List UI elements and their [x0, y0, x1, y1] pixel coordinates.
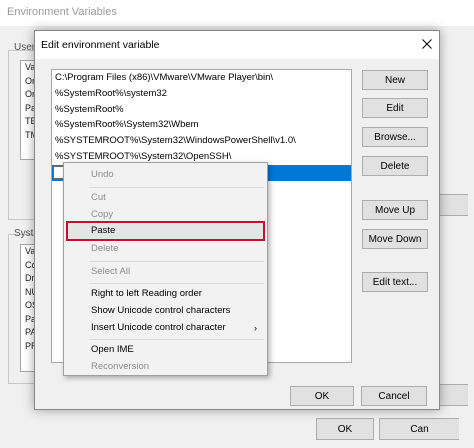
browse-button[interactable]: Browse... — [362, 127, 428, 147]
delete-button[interactable]: Delete — [362, 156, 428, 176]
ok-button[interactable]: OK — [290, 386, 354, 406]
list-item[interactable]: PA — [21, 326, 35, 340]
env-ok-button[interactable]: OK — [316, 418, 374, 440]
list-item[interactable]: TE — [21, 115, 35, 129]
user-variables-button[interactable] — [438, 194, 468, 216]
list-item[interactable]: Va — [21, 245, 35, 259]
list-item[interactable]: NU — [21, 286, 35, 300]
move-down-button[interactable]: Move Down — [362, 229, 428, 249]
user-variables-label: User — [14, 42, 36, 53]
list-item[interactable]: PR — [21, 340, 35, 354]
new-button[interactable]: New — [362, 70, 428, 90]
env-window-title: Environment Variables — [7, 6, 117, 18]
path-row[interactable]: %SystemRoot% — [52, 102, 351, 118]
list-item[interactable]: OS — [21, 299, 35, 313]
list-item[interactable]: On — [21, 75, 35, 89]
list-item[interactable]: Co — [21, 259, 35, 273]
list-item[interactable]: Dr — [21, 272, 35, 286]
menu-item-select-all[interactable]: Select All — [66, 262, 265, 282]
chevron-right-icon: › — [254, 323, 257, 333]
path-row[interactable]: %SYSTEMROOT%\System32\WindowsPowerShell\… — [52, 133, 351, 149]
edit-text-button[interactable]: Edit text... — [362, 272, 428, 292]
menu-item-paste[interactable]: Paste — [66, 221, 265, 241]
env-window-titlebar: Environment Variables — [0, 0, 474, 26]
cancel-button[interactable]: Cancel — [361, 386, 427, 406]
list-item[interactable]: On — [21, 88, 35, 102]
list-item[interactable]: Va — [21, 61, 35, 75]
dialog-titlebar: Edit environment variable — [35, 31, 439, 59]
path-row[interactable]: %SystemRoot%\System32\Wbem — [52, 117, 351, 133]
menu-item-delete[interactable]: Delete — [66, 239, 265, 259]
menu-item-undo[interactable]: Undo — [66, 165, 265, 185]
menu-item-insert-unicode[interactable]: Insert Unicode control character › — [66, 318, 265, 338]
move-up-button[interactable]: Move Up — [362, 200, 428, 220]
system-variables-button[interactable] — [438, 384, 468, 406]
menu-item-insert-unicode-label: Insert Unicode control character — [91, 322, 226, 333]
edit-button[interactable]: Edit — [362, 98, 428, 118]
close-icon[interactable] — [418, 35, 436, 53]
context-menu: Undo Cut Copy Paste Delete Select All Ri… — [63, 162, 268, 376]
list-item[interactable]: Pa — [21, 313, 35, 327]
env-cancel-button[interactable]: Can — [379, 418, 459, 440]
menu-item-reconversion[interactable]: Reconversion — [66, 357, 265, 377]
list-item[interactable]: Pa — [21, 102, 35, 116]
dialog-title: Edit environment variable — [41, 39, 160, 51]
list-item[interactable]: TM — [21, 129, 35, 143]
path-row[interactable]: %SystemRoot%\system32 — [52, 86, 351, 102]
path-row[interactable]: C:\Program Files (x86)\VMware\VMware Pla… — [52, 70, 351, 86]
